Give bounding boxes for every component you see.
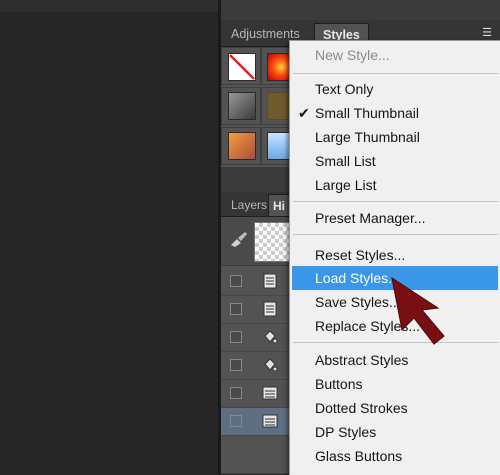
history-checkbox[interactable] [230, 415, 242, 427]
panel-header-bar [221, 0, 500, 20]
styles-panel-menu: New Style... Text Only ✔ Small Thumbnail… [289, 40, 500, 475]
menu-item-glass-buttons[interactable]: Glass Buttons [290, 444, 500, 468]
menu-separator [293, 201, 498, 202]
pointer-arrow-icon [391, 276, 445, 345]
menu-item-new-style: New Style... [315, 47, 390, 63]
panel-menu-icon[interactable]: ☰ [480, 26, 494, 40]
menu-item-dp-styles[interactable]: DP Styles [290, 420, 500, 444]
menu-item-reset-styles[interactable]: Reset Styles... [290, 243, 500, 267]
menu-item-text-only[interactable]: Text Only [290, 77, 500, 101]
history-checkbox[interactable] [230, 275, 242, 287]
menu-item-preset-manager[interactable]: Preset Manager... [290, 206, 500, 230]
menu-item-large-list[interactable]: Large List [290, 173, 500, 197]
menu-item-buttons[interactable]: Buttons [290, 372, 500, 396]
layer-list-icon [262, 414, 278, 428]
document-icon [263, 301, 277, 317]
canvas-top-strip [0, 0, 218, 12]
layer-list-icon [262, 386, 278, 400]
no-style-swatch[interactable] [228, 53, 256, 81]
menu-item-dotted-strokes[interactable]: Dotted Strokes [290, 396, 500, 420]
document-canvas[interactable] [0, 0, 218, 474]
history-checkbox[interactable] [230, 387, 242, 399]
paint-bucket-icon [264, 358, 278, 372]
history-brush-icon [231, 232, 247, 247]
document-icon [263, 273, 277, 289]
snapshot-thumbnail [254, 222, 294, 262]
menu-item-label: Small Thumbnail [315, 105, 420, 121]
style-swatch-orange-gradient[interactable] [228, 132, 256, 160]
menu-item-small-list[interactable]: Small List [290, 149, 500, 173]
history-checkbox[interactable] [230, 331, 242, 343]
history-checkbox[interactable] [230, 303, 242, 315]
menu-item-abstract-styles[interactable]: Abstract Styles [290, 348, 500, 372]
menu-item-large-thumbnail[interactable]: Large Thumbnail [290, 125, 500, 149]
menu-separator [293, 73, 498, 74]
tab-history[interactable]: Hi [268, 194, 290, 216]
history-checkbox[interactable] [230, 359, 242, 371]
style-swatch-gray-bevel[interactable] [228, 92, 256, 120]
paint-bucket-icon [264, 330, 278, 344]
menu-item-small-thumbnail[interactable]: ✔ Small Thumbnail [290, 101, 500, 125]
checkmark-icon: ✔ [298, 105, 310, 121]
menu-separator [293, 234, 498, 235]
